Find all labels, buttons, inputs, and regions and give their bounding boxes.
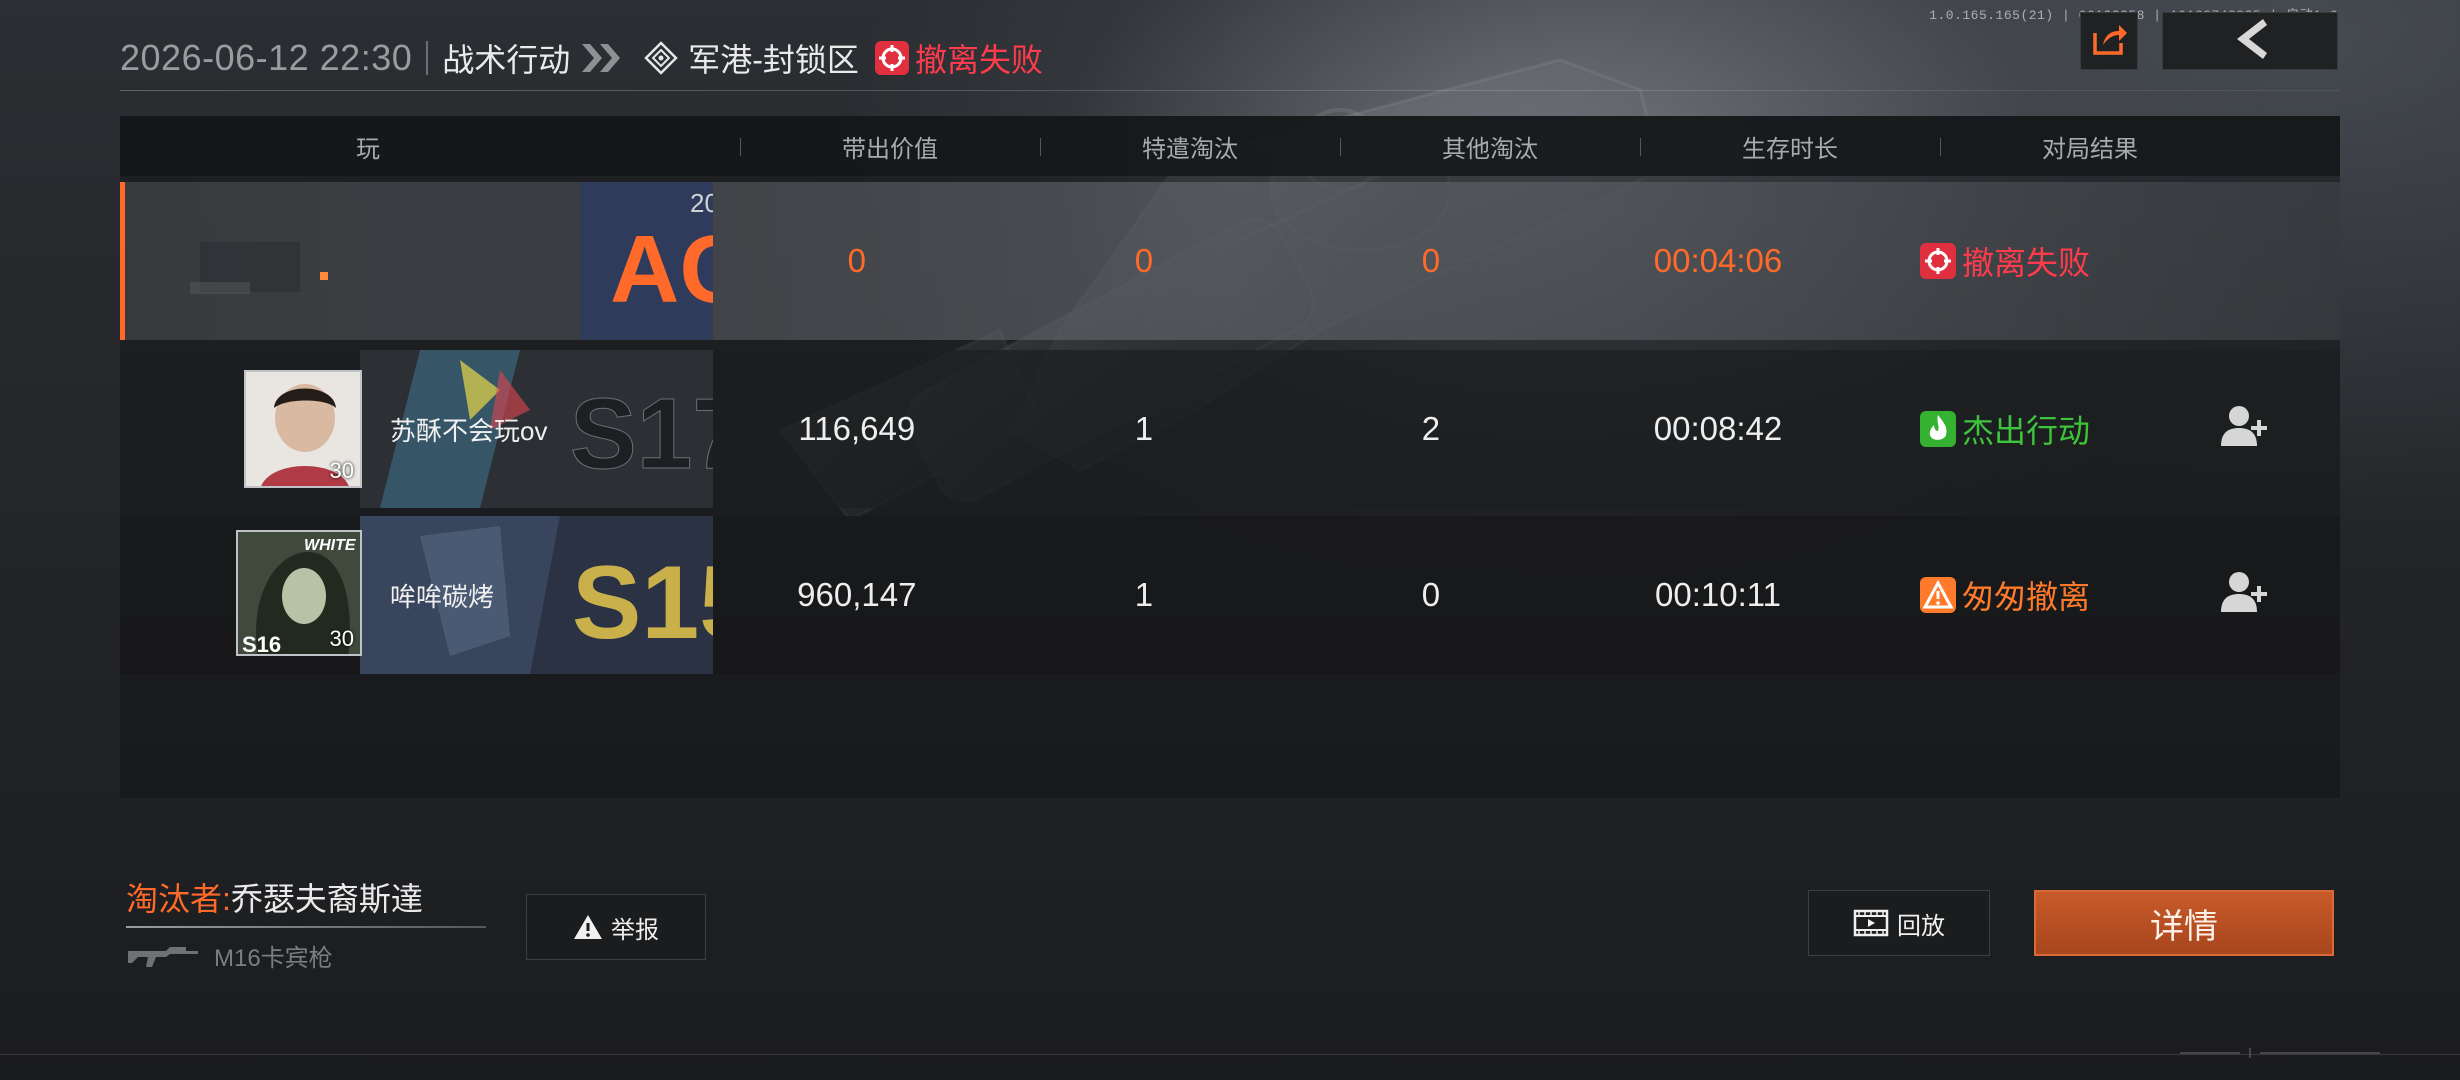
- map-name: 军港-封锁区: [688, 42, 859, 78]
- value-cell: 0: [847, 242, 866, 279]
- avatar: WHITE ROSE S16 30: [236, 530, 362, 656]
- avatar-badge: S16: [242, 632, 281, 656]
- column-header-player: 玩: [356, 135, 380, 163]
- back-button[interactable]: [2162, 12, 2338, 70]
- banner-text: ACE: [610, 216, 713, 323]
- avatar: 30: [244, 370, 362, 488]
- survival-time-cell: 00:04:06: [1653, 242, 1783, 279]
- player-name: 苏酥不会玩ov: [390, 415, 548, 446]
- report-button[interactable]: 举报: [526, 894, 706, 960]
- empty-action-cell: [2149, 182, 2340, 340]
- table-header: 玩 带出价值 特遣淘汰 其他淘汰 生存时长 对局结果: [120, 116, 2340, 176]
- killer-label: 淘汰者:: [126, 881, 231, 917]
- player-cell: ACE 20: [120, 182, 714, 340]
- killer-weapon: M16卡宾枪: [126, 938, 333, 973]
- match-result: 撤离失败: [914, 42, 1043, 78]
- match-stats-table: 玩 带出价值 特遣淘汰 其他淘汰 生存时长 对局结果 ACE 20: [120, 116, 2340, 798]
- result-text: 杰出行动: [1962, 413, 2091, 449]
- player-level: 30: [329, 626, 354, 651]
- banner-text: S17: [570, 378, 713, 490]
- player-banner-ace: ACE 20: [360, 182, 714, 340]
- glitch-decoration: [190, 242, 328, 294]
- share-button[interactable]: [2080, 12, 2138, 70]
- result-text: 匆匆撤离: [1962, 579, 2091, 615]
- result-text: 撤离失败: [1962, 245, 2091, 281]
- replay-label: 回放: [1897, 912, 1945, 940]
- match-header: 2026-06-12 22:30 战术行动 军港-封锁区 撤离失败: [120, 30, 1043, 86]
- column-header-actions: [2240, 116, 2340, 176]
- banner-small-text: 20: [690, 188, 713, 218]
- weapon-name: M16卡宾枪: [214, 945, 333, 972]
- player-cell[interactable]: S15 WHITE ROSE S16 30 哞哞碳烤: [120, 516, 714, 674]
- extraction-failed-icon: [1920, 243, 1957, 279]
- table-row: S17 30 苏酥不会玩ov 116,649 1 2 00:08:42 杰出行动: [120, 350, 2340, 508]
- player-level: 30: [329, 458, 354, 483]
- match-result-screen: 1.0.165.165(21) | 06122258 | 10160748835…: [0, 0, 2460, 1080]
- killer-name: 乔瑟夫裔斯達: [230, 881, 423, 917]
- player-cell[interactable]: S17 30 苏酥不会玩ov: [120, 350, 714, 508]
- value-cell: 116,649: [798, 410, 916, 447]
- game-mode: 战术行动: [442, 42, 571, 78]
- bottom-decoration: [2180, 1048, 2380, 1058]
- match-date: 2026-06-12 22:30: [120, 37, 413, 78]
- rifle-icon: [126, 943, 200, 969]
- add-friend-icon: [2219, 402, 2269, 456]
- bottom-divider: [0, 1054, 2460, 1055]
- back-arrow-icon: [2227, 17, 2273, 66]
- column-header-value: 带出价值: [740, 116, 1040, 176]
- details-button[interactable]: 详情: [2034, 890, 2334, 956]
- result-cell: 杰出行动: [1862, 350, 2149, 508]
- header-divider: [426, 41, 429, 75]
- special-kills-cell: 0: [1134, 242, 1154, 279]
- share-icon: [2089, 19, 2129, 64]
- hasty-extraction-icon: [1920, 577, 1957, 613]
- other-kills-cell: 2: [1421, 410, 1441, 447]
- other-kills-cell: 0: [1421, 242, 1441, 279]
- other-kills-cell: 0: [1421, 576, 1441, 613]
- result-cell: 撤离失败: [1862, 182, 2149, 340]
- special-kills-cell: 1: [1134, 410, 1154, 447]
- add-friend-icon: [2219, 568, 2269, 622]
- banner-text: S15: [572, 545, 713, 661]
- table-row: S15 WHITE ROSE S16 30 哞哞碳烤 960,147 1 0: [120, 516, 2340, 674]
- column-header-result: 对局结果: [1940, 116, 2240, 176]
- killer-info: 淘汰者:乔瑟夫裔斯達: [126, 874, 423, 920]
- add-friend-button[interactable]: [2149, 516, 2340, 674]
- player-name: 哞哞碳烤: [390, 581, 495, 612]
- details-label: 详情: [2150, 907, 2218, 946]
- column-header-survival-time: 生存时长: [1640, 116, 1940, 176]
- extraction-failed-icon: [874, 41, 909, 75]
- outstanding-action-icon: [1920, 411, 1957, 447]
- add-friend-button[interactable]: [2149, 350, 2340, 508]
- survival-time-cell: 00:10:11: [1654, 576, 1781, 613]
- survival-time-cell: 00:08:42: [1653, 410, 1783, 447]
- special-kills-cell: 1: [1134, 576, 1154, 613]
- warning-icon: [573, 913, 603, 941]
- avatar-tag: WHITE ROSE: [304, 537, 362, 554]
- value-cell: 960,147: [797, 576, 917, 613]
- column-header-special-kills: 特遣淘汰: [1040, 116, 1340, 176]
- header-divider-line: [120, 90, 2340, 91]
- killer-underline: [126, 926, 486, 928]
- table-row-self: ACE 20 0 0 0 00:04:06 撤离失败: [120, 182, 2340, 340]
- film-icon: [1853, 909, 1889, 937]
- map-marker-icon: [644, 41, 679, 75]
- double-chevron-icon: [578, 41, 628, 75]
- replay-button[interactable]: 回放: [1808, 890, 1990, 956]
- column-header-other-kills: 其他淘汰: [1340, 116, 1640, 176]
- report-label: 举报: [611, 916, 659, 944]
- result-cell: 匆匆撤离: [1862, 516, 2149, 674]
